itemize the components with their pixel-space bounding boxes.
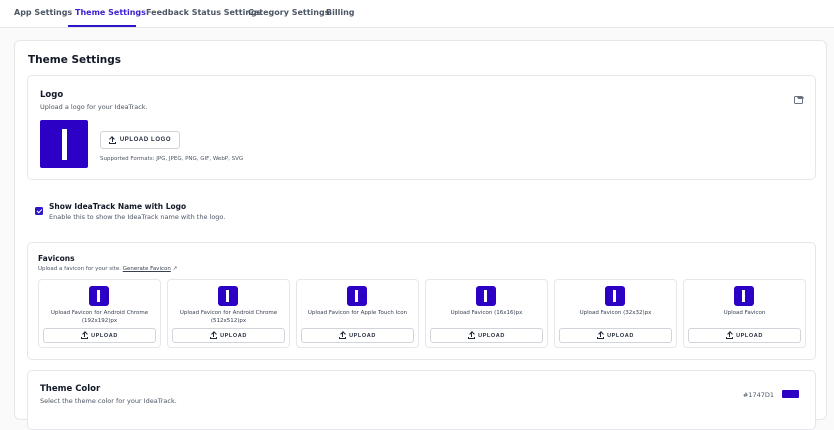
- theme-color-subtitle: Select the theme color for your IdeaTrac…: [40, 397, 177, 405]
- logo-title: Logo: [40, 90, 64, 100]
- show-name-title: Show IdeaTrack Name with Logo: [49, 202, 187, 211]
- favicon-32: Upload Favicon (32x32)px UPLOAD: [554, 279, 677, 348]
- tab-billing[interactable]: Billing: [326, 8, 355, 17]
- tab-app-settings[interactable]: App Settings: [14, 8, 72, 17]
- upload-icon: [339, 332, 347, 339]
- upload-icon: [468, 332, 476, 339]
- favicon-label: Upload Favicon for Apple Touch Icon: [307, 310, 408, 316]
- show-name-checkbox[interactable]: [35, 207, 43, 215]
- page-title: Theme Settings: [28, 54, 122, 66]
- upload-icon: [108, 136, 116, 144]
- upload-favicon-button[interactable]: UPLOAD: [688, 328, 801, 343]
- upload-favicon-button[interactable]: UPLOAD: [172, 328, 285, 343]
- favicon-label: Upload Favicon (32x32)px: [579, 310, 652, 316]
- external-link-icon: ↗: [172, 266, 178, 272]
- generate-favicon-link[interactable]: Generate Favicon: [123, 266, 171, 272]
- favicons-subtitle: Upload a favicon for your site. Generate…: [38, 266, 178, 272]
- upload-icon: [597, 332, 605, 339]
- favicon-label: Upload Favicon: [723, 310, 766, 316]
- logo-preview: [40, 120, 88, 168]
- upload-favicon-button[interactable]: UPLOAD: [43, 328, 156, 343]
- upload-icon: [81, 332, 89, 339]
- favicon-preview: [476, 286, 496, 306]
- favicons-card: Favicons Upload a favicon for your site.…: [27, 242, 816, 360]
- favicon-default: Upload Favicon UPLOAD: [683, 279, 806, 348]
- settings-tabs: App Settings Theme Settings Feedback Sta…: [0, 0, 834, 28]
- active-tab-indicator: [68, 25, 136, 27]
- theme-color-swatch[interactable]: [782, 390, 799, 398]
- upload-logo-button[interactable]: UPLOAD LOGO: [100, 131, 180, 149]
- tab-category-settings[interactable]: Category Settings: [248, 8, 329, 17]
- image-icon[interactable]: [794, 96, 803, 104]
- favicon-android-512: Upload Favicon for Android Chrome (512x5…: [167, 279, 290, 348]
- favicon-preview: [89, 286, 109, 306]
- show-name-subtitle: Enable this to show the IdeaTrack name w…: [49, 213, 226, 221]
- favicon-apple-touch: Upload Favicon for Apple Touch Icon UPLO…: [296, 279, 419, 348]
- tab-theme-settings[interactable]: Theme Settings: [75, 8, 146, 17]
- logo-subtitle: Upload a logo for your IdeaTrack.: [40, 103, 148, 111]
- logo-mark: [62, 129, 67, 160]
- upload-logo-label: UPLOAD LOGO: [119, 137, 172, 143]
- theme-color-title: Theme Color: [40, 384, 101, 394]
- tab-feedback-status-settings[interactable]: Feedback Status Settings: [146, 8, 262, 17]
- upload-icon: [210, 332, 218, 339]
- supported-formats: Supported Formats: JPG, JPEG, PNG, GIF, …: [100, 156, 244, 162]
- favicon-android-192: Upload Favicon for Android Chrome (192x1…: [38, 279, 161, 348]
- favicon-label: Upload Favicon for Android Chrome (512x5…: [179, 310, 278, 324]
- upload-favicon-button[interactable]: UPLOAD: [430, 328, 543, 343]
- favicon-16: Upload Favicon (16x16)px UPLOAD: [425, 279, 548, 348]
- theme-color-card: Theme Color Select the theme color for y…: [27, 370, 816, 430]
- favicon-preview: [605, 286, 625, 306]
- favicon-preview: [734, 286, 754, 306]
- favicon-label: Upload Favicon (16x16)px: [450, 310, 523, 316]
- upload-favicon-button[interactable]: UPLOAD: [301, 328, 414, 343]
- favicon-preview: [218, 286, 238, 306]
- favicon-label: Upload Favicon for Android Chrome (192x1…: [50, 310, 149, 324]
- favicon-preview: [347, 286, 367, 306]
- theme-settings-panel: Theme Settings Logo Upload a logo for yo…: [14, 40, 827, 430]
- upload-favicon-button[interactable]: UPLOAD: [559, 328, 672, 343]
- upload-icon: [726, 332, 734, 339]
- logo-card: Logo Upload a logo for your IdeaTrack. U…: [27, 75, 816, 180]
- theme-color-hex: #1747D1: [742, 391, 774, 399]
- favicons-title: Favicons: [38, 254, 75, 263]
